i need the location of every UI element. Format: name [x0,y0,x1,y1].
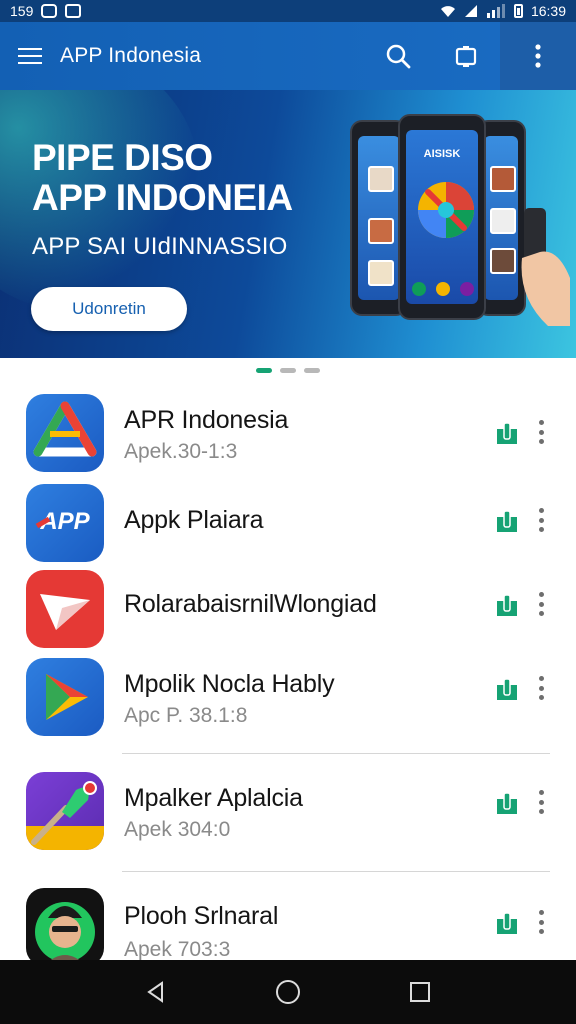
home-button[interactable] [268,972,308,1012]
list-item[interactable]: RolarabaisrnilWlongiad [0,568,576,658]
app-name: RolarabaisrnilWlongiad [124,590,377,618]
app-version: Apek 304:0 [124,818,231,841]
install-icon[interactable] [494,508,520,534]
app-name: Plooh Srlnaral [124,902,279,930]
more-vert-icon [535,44,541,68]
system-nav-bar [0,960,576,1024]
list-item[interactable]: Mpolik Nocla Hably Apc P. 38.1:8 [0,656,576,746]
search-button[interactable] [364,22,432,90]
colorful-logo-icon [418,182,474,238]
device-icon [455,46,477,67]
install-icon[interactable] [494,910,520,936]
status-bar: 159 16:39 [0,0,576,22]
hand-icon [521,208,570,326]
banner-subtitle: APP SAI UIdINNASSIO [32,233,288,260]
install-icon[interactable] [494,676,520,702]
promo-banner[interactable]: PIPE DISO APP INDONEIA APP SAI UIdINNASS… [0,90,576,358]
wifi-icon [440,6,455,17]
notification-icon [41,4,58,18]
banner-pager [0,368,576,380]
status-time: 16:39 [530,3,566,19]
overflow-menu-button[interactable] [500,22,576,90]
signal-icon [464,5,477,17]
banner-title: PIPE DISO APP INDONEIA [32,138,293,218]
status-left-text: 159 [10,3,34,19]
phone-center: AISISK [398,114,486,320]
message-icon [65,4,82,18]
drive-triangle-icon [26,394,104,472]
list-item[interactable]: APP Appk Plaiara [0,484,576,574]
cast-button[interactable] [432,22,500,90]
recents-button[interactable] [400,972,440,1012]
row-more-button[interactable] [534,674,548,702]
back-icon [147,981,163,1003]
pager-dot-3[interactable] [304,368,320,373]
pager-dot-2[interactable] [280,368,296,373]
row-more-button[interactable] [534,418,548,446]
battery-icon [513,4,523,18]
menu-button[interactable] [0,22,60,90]
recents-icon [410,982,430,1002]
hamburger-icon [18,48,42,64]
search-icon [386,44,411,69]
install-icon[interactable] [494,790,520,816]
app-title: APP Indonesia [60,44,202,67]
list-divider [122,871,550,872]
app-logo-icon: APP [26,484,104,562]
row-more-button[interactable] [534,506,548,534]
app-version: Apek 703:3 [124,938,231,961]
banner-title-line-1: PIPE DISO [32,137,213,178]
avatar-icon [26,888,104,966]
back-button[interactable] [136,972,176,1012]
row-more-button[interactable] [534,908,548,936]
banner-cta-button[interactable]: Udonretin [31,287,187,331]
list-item[interactable]: Mpalker Aplalcia Apek 304:0 [0,770,576,860]
app-bar: APP Indonesia [0,22,576,90]
phone-screen-text: AISISK [423,148,461,160]
home-icon [276,980,300,1004]
app-name: APR Indonesia [124,406,289,434]
signal-bars-icon [486,4,505,18]
app-version: Apc P. 38.1:8 [124,704,248,727]
play-triangle-icon [26,658,104,736]
app-name: Mpalker Aplalcia [124,784,303,812]
list-divider [122,753,550,754]
app-name: Mpolik Nocla Hably [124,670,335,698]
banner-title-line-2: APP INDONEIA [32,177,293,218]
install-icon[interactable] [494,592,520,618]
brush-icon [26,772,104,850]
app-name: Appk Plaiara [124,506,264,534]
row-more-button[interactable] [534,590,548,618]
pager-dot-1[interactable] [256,368,272,373]
install-icon[interactable] [494,420,520,446]
list-item[interactable]: APR Indonesia Apek.30-1:3 [0,386,576,476]
row-more-button[interactable] [534,788,548,816]
paper-plane-icon [26,570,104,648]
app-version: Apek.30-1:3 [124,440,238,463]
